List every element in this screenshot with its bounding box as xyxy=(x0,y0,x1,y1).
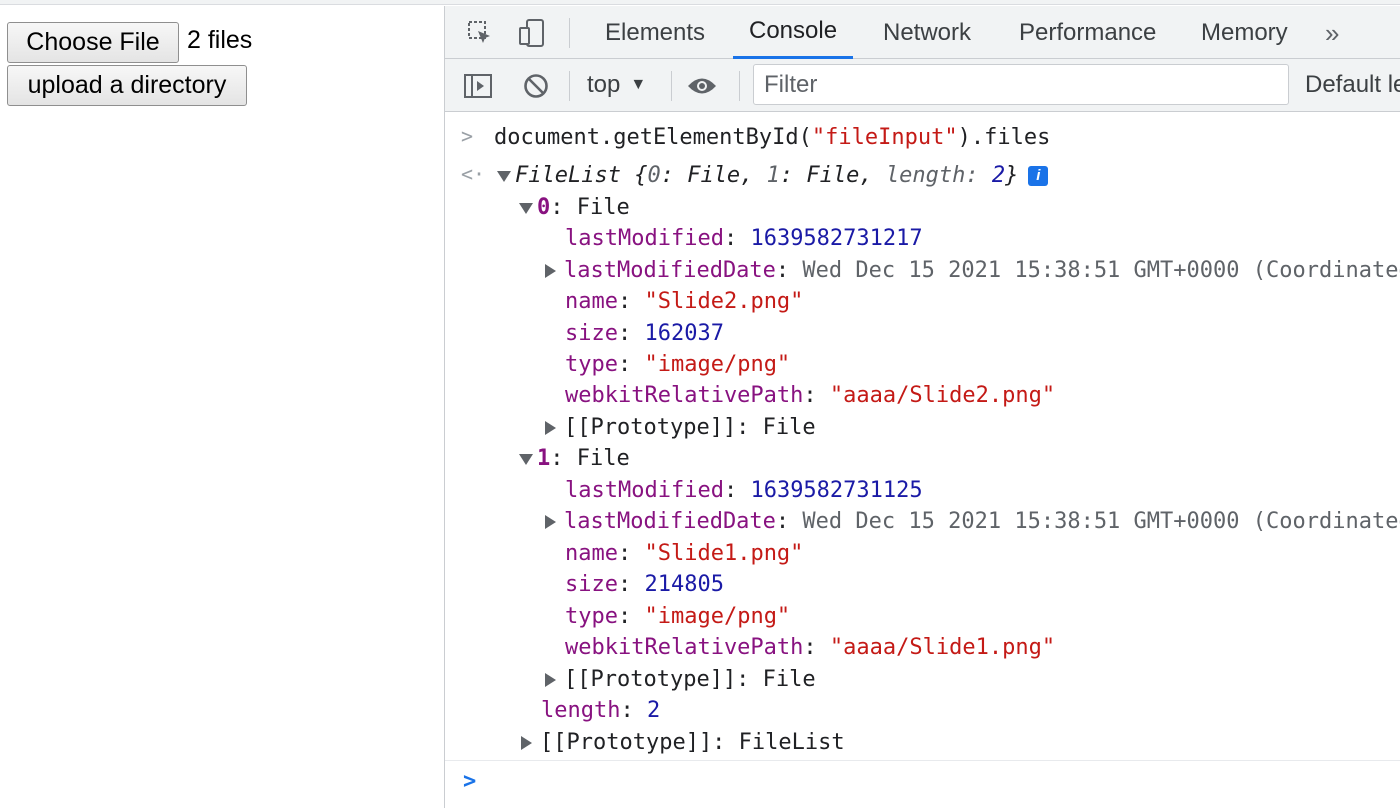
file-0-prototype[interactable]: [[Prototype]]: File xyxy=(545,414,816,442)
console-toolbar: top ▼ Filter Default le xyxy=(445,59,1400,112)
file-1-relpath: webkitRelativePath: "aaaa/Slide1.png" xyxy=(565,635,1056,660)
context-label: top xyxy=(587,71,621,98)
file-0-name: name: "Slide2.png" xyxy=(565,289,804,314)
console-command: document.getElementById("fileInput").fil… xyxy=(494,125,1051,150)
file-1-lastmodifieddate[interactable]: lastModifiedDate: Wed Dec 15 2021 15:38:… xyxy=(545,508,1400,536)
info-icon[interactable]: i xyxy=(1028,166,1049,186)
collapsed-triangle-icon xyxy=(545,515,556,529)
result-arrow-icon: <· xyxy=(461,162,486,186)
inspect-element-icon[interactable] xyxy=(463,16,497,50)
console-input-prompt[interactable]: > xyxy=(463,769,476,794)
sidebar-toggle-icon[interactable] xyxy=(461,69,495,103)
console-divider xyxy=(445,760,1400,761)
chevron-double-right-icon[interactable]: » xyxy=(1325,18,1339,49)
tab-memory[interactable]: Memory xyxy=(1201,6,1288,59)
file-0-relpath: webkitRelativePath: "aaaa/Slide2.png" xyxy=(565,383,1056,408)
file-status-text: 2 files xyxy=(187,26,253,54)
web-page: Choose File 2 files upload a directory xyxy=(0,6,444,808)
toolbar-separator xyxy=(569,71,570,101)
file-0-header[interactable]: 0: File xyxy=(519,194,630,222)
filelist-prototype[interactable]: [[Prototype]]: FileList xyxy=(521,729,845,757)
choose-file-button[interactable]: Choose File xyxy=(7,22,179,63)
file-0-size: size: 162037 xyxy=(565,321,724,346)
caret-down-icon: ▼ xyxy=(630,76,647,93)
console-output: > document.getElementById("fileInput").f… xyxy=(445,114,1400,808)
expanded-triangle-icon xyxy=(519,202,533,214)
eye-icon[interactable] xyxy=(685,69,719,103)
collapsed-triangle-icon xyxy=(521,736,532,750)
file-1-size: size: 214805 xyxy=(565,572,724,597)
toolbar-separator xyxy=(569,18,570,48)
log-levels-dropdown[interactable]: Default le xyxy=(1305,71,1400,99)
collapsed-triangle-icon xyxy=(545,421,556,435)
file-1-lastmodified: lastModified: 1639582731125 xyxy=(565,478,923,503)
expanded-triangle-icon xyxy=(497,170,511,182)
tab-elements[interactable]: Elements xyxy=(605,6,705,59)
toolbar-separator xyxy=(739,71,740,101)
file-1-prototype[interactable]: [[Prototype]]: File xyxy=(545,666,816,694)
tab-performance[interactable]: Performance xyxy=(1019,6,1156,59)
file-1-header[interactable]: 1: File xyxy=(519,445,630,473)
devtools-tabbar: Elements Console Network Performance Mem… xyxy=(445,6,1400,59)
input-prompt-icon: > xyxy=(461,124,474,148)
file-0-lastmodified: lastModified: 1639582731217 xyxy=(565,226,923,251)
collapsed-triangle-icon xyxy=(545,264,556,278)
file-0-lastmodifieddate[interactable]: lastModifiedDate: Wed Dec 15 2021 15:38:… xyxy=(545,257,1400,285)
filelist-summary[interactable]: FileList {0: File, 1: File, length: 2} i xyxy=(497,162,1049,190)
expanded-triangle-icon xyxy=(519,453,533,465)
file-0-type: type: "image/png" xyxy=(565,352,791,377)
filelist-length: length: 2 xyxy=(541,698,661,723)
context-selector[interactable]: top ▼ xyxy=(587,71,646,99)
filter-input[interactable]: Filter xyxy=(753,64,1289,105)
collapsed-triangle-icon xyxy=(545,673,556,687)
toolbar-separator xyxy=(671,71,672,101)
tab-console[interactable]: Console xyxy=(733,6,854,59)
tab-network[interactable]: Network xyxy=(883,6,971,59)
device-toolbar-icon[interactable] xyxy=(515,16,549,50)
devtools-panel: Elements Console Network Performance Mem… xyxy=(444,6,1400,808)
file-1-type: type: "image/png" xyxy=(565,604,791,629)
top-border xyxy=(0,0,1400,5)
file-1-name: name: "Slide1.png" xyxy=(565,541,804,566)
upload-directory-button[interactable]: upload a directory xyxy=(7,65,247,106)
clear-console-icon[interactable] xyxy=(519,69,553,103)
